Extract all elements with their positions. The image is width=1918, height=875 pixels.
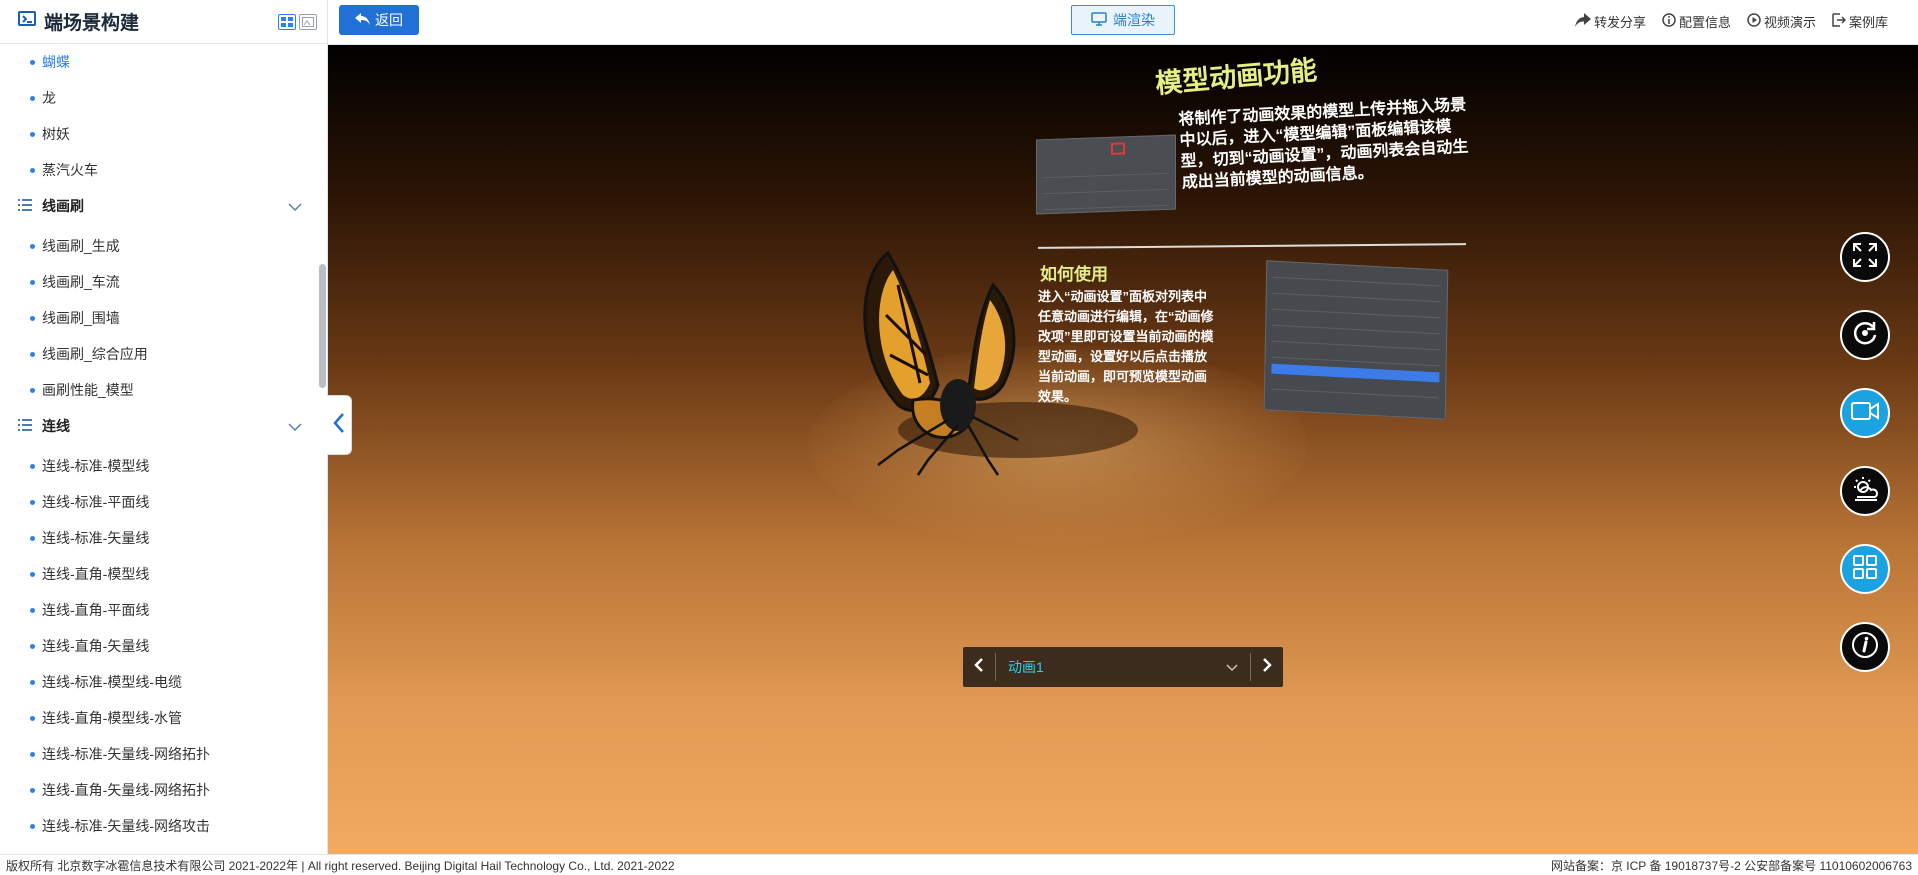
video-icon (1851, 400, 1879, 427)
top-actions: 转发分享 配置信息 视频演示 案例库 (1574, 0, 1888, 42)
scene-card-text: 将制作了动画效果的模型上传并拖入场景中以后，进入“模型编辑”面板编辑该模型，切到… (1178, 96, 1469, 192)
chevron-down-icon (288, 418, 302, 434)
app-logo-icon (18, 10, 36, 33)
fullscreen-button[interactable] (1840, 232, 1890, 282)
back-button[interactable]: 返回 (339, 5, 419, 35)
info-icon (1662, 12, 1676, 30)
footer: 版权所有 北京数字冰雹信息技术有限公司 2021-2022年 | All rig… (0, 854, 1918, 875)
rotate-icon (1852, 320, 1878, 351)
share-button[interactable]: 转发分享 (1574, 12, 1646, 31)
sidebar-group[interactable]: 连线 (0, 408, 318, 444)
sidebar-item[interactable]: 蝴蝶 (0, 44, 318, 80)
sidebar-item[interactable]: 连线-标准-平面线 (0, 484, 318, 520)
app-title: 端场景构建 (44, 13, 140, 34)
rotate-button[interactable] (1840, 310, 1890, 360)
sidebar-scrollbar[interactable] (318, 44, 327, 854)
back-arrow-icon (355, 12, 371, 28)
view-toggle (278, 13, 317, 30)
info-button[interactable] (1840, 622, 1890, 672)
scrollbar-thumb[interactable] (319, 264, 326, 388)
sidebar-item[interactable]: 连线-标准-模型线 (0, 448, 318, 484)
sidebar-list: 蝴蝶 龙 树妖 蒸汽火车 线画刷 线画刷_生成 线画刷_车流 线画刷_围墙 线画… (0, 44, 318, 854)
grid-button[interactable] (1840, 544, 1890, 594)
sidebar-collapse-button[interactable] (327, 395, 352, 455)
render-button[interactable]: 端渲染 (1071, 5, 1175, 35)
sidebar-item[interactable]: 连线-标准-矢量线-网络拓扑 (0, 736, 318, 772)
animation-selector-bar: 动画1 (963, 647, 1283, 687)
sidebar-item[interactable]: 连线-标准-矢量线-网络攻击 (0, 808, 318, 844)
play-icon (1747, 12, 1761, 30)
butterfly-model[interactable] (798, 235, 1158, 495)
footer-icp[interactable]: 网站备案：京 ICP 备 19018737号-2 公安部备案号 11010602… (1551, 857, 1912, 874)
video-demo-button[interactable]: 视频演示 (1747, 12, 1816, 31)
footer-copyright: 版权所有 北京数字冰雹信息技术有限公司 2021-2022年 | All rig… (6, 858, 675, 873)
model-edit-panel-image (1036, 134, 1176, 215)
sidebar-item[interactable]: 连线-直角-模型线 (0, 556, 318, 592)
sidebar-item[interactable]: 线画刷_围墙 (0, 300, 318, 336)
chevron-left-icon (974, 657, 984, 678)
animation-settings-panel-image (1263, 260, 1449, 420)
sidebar-item[interactable]: 连线-标准-矢量线 (0, 520, 318, 556)
weather-button[interactable] (1840, 466, 1890, 516)
sidebar-item[interactable]: 线画刷_车流 (0, 264, 318, 300)
sidebar-item[interactable]: 连线-标准-模型线-电缆 (0, 664, 318, 700)
sidebar-item[interactable]: 线画刷_生成 (0, 228, 318, 264)
chevron-down-icon (1226, 659, 1238, 675)
sidebar-item[interactable]: 连线-直角-模型线-水管 (0, 700, 318, 736)
sidebar-item[interactable]: 连线-直角-矢量线-网络拓扑 (0, 772, 318, 808)
sidebar-item[interactable]: 连线-直角-平面线 (0, 592, 318, 628)
sidebar-item[interactable]: 龙 (0, 80, 318, 116)
export-icon (1832, 12, 1847, 30)
top-toolbar: 返回 端渲染 转发分享 配置信息 视频演示 案例库 (328, 0, 1918, 45)
sidebar-item[interactable]: 画刷性能_模型 (0, 372, 318, 408)
share-icon (1574, 12, 1591, 30)
fullscreen-icon (1852, 242, 1878, 273)
animation-select[interactable]: 动画1 (995, 653, 1251, 681)
chevron-down-icon (288, 198, 302, 214)
monitor-icon (1091, 11, 1107, 29)
info-icon (1851, 631, 1879, 664)
sidebar-header: 端场景构建 (0, 0, 327, 44)
list-icon (18, 198, 32, 214)
scene-card-title: 模型动画功能 (1154, 54, 1319, 99)
weather-icon (1851, 476, 1879, 507)
grid-icon (1853, 554, 1877, 584)
sidebar-group[interactable]: 线画刷 (0, 188, 318, 224)
list-view-icon[interactable] (278, 13, 296, 30)
sidebar: 端场景构建 蝴蝶 龙 树妖 蒸汽火车 线画刷 线画刷_生成 线画刷_车流 线画刷… (0, 0, 328, 854)
sidebar-item[interactable]: 树妖 (0, 116, 318, 152)
video-button[interactable] (1840, 388, 1890, 438)
sidebar-item[interactable]: 连线-直角-矢量线 (0, 628, 318, 664)
case-library-button[interactable]: 案例库 (1832, 12, 1888, 31)
list-icon (18, 418, 32, 434)
config-info-button[interactable]: 配置信息 (1662, 12, 1731, 31)
right-tool-column (1840, 232, 1890, 672)
prev-animation-button[interactable] (963, 647, 995, 687)
chevron-right-icon (1262, 657, 1272, 678)
image-view-icon[interactable] (299, 13, 317, 30)
sidebar-item[interactable]: 蒸汽火车 (0, 152, 318, 188)
next-animation-button[interactable] (1251, 647, 1283, 687)
sidebar-item[interactable]: 线画刷_综合应用 (0, 336, 318, 372)
scene-viewport[interactable]: 模型动画功能 将制作了动画效果的模型上传并拖入场景中以后，进入“模型编辑”面板编… (328, 45, 1918, 854)
chevron-left-icon (333, 412, 345, 439)
